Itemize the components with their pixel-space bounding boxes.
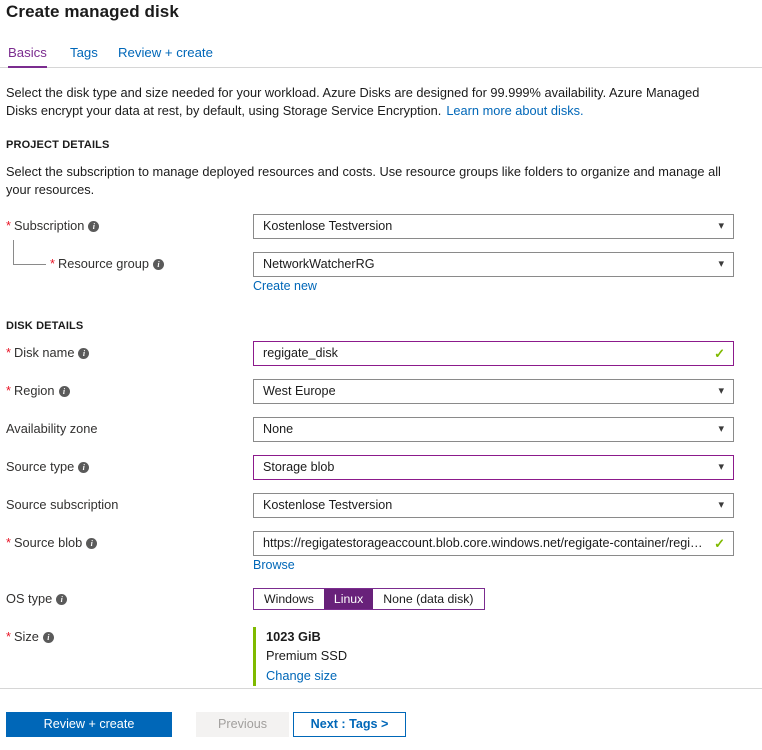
resource-group-tree-connector [13, 240, 46, 265]
availability-zone-value: None [263, 422, 294, 436]
os-type-segmented-control: Windows Linux None (data disk) [253, 588, 485, 610]
tab-bar: Basics Tags Review + create [0, 42, 762, 68]
region-select[interactable]: West Europe ▾ [253, 379, 734, 404]
source-blob-value: https://regigatestorageaccount.blob.core… [263, 536, 726, 550]
region-label-text: Region [13, 383, 55, 398]
info-icon[interactable]: i [88, 221, 100, 232]
size-value: 1023 GiB [266, 629, 321, 644]
change-size-link[interactable]: Change size [266, 666, 347, 686]
info-icon[interactable]: i [78, 348, 90, 359]
chevron-down-icon: ▾ [718, 220, 724, 232]
project-details-description: Select the subscription to manage deploy… [6, 164, 721, 197]
size-label-text: Size [13, 629, 39, 644]
tab-tags[interactable]: Tags [70, 42, 98, 68]
required-asterisk: * [6, 535, 11, 550]
source-subscription-value: Kostenlose Testversion [263, 498, 393, 512]
source-type-label-text: Source type [6, 459, 75, 474]
footer-divider [0, 688, 762, 689]
disk-name-label-text: Disk name [13, 345, 75, 360]
next-tags-button[interactable]: Next : Tags > [293, 712, 406, 737]
source-type-select[interactable]: Storage blob ▾ [253, 455, 734, 480]
info-icon[interactable]: i [78, 462, 90, 473]
chevron-down-icon: ▾ [718, 385, 724, 397]
source-type-label: Source type i [6, 459, 90, 474]
resource-group-value: NetworkWatcherRG [263, 257, 375, 271]
info-icon[interactable]: i [153, 259, 165, 270]
disk-name-value: regigate_disk [263, 346, 338, 360]
required-asterisk: * [50, 256, 55, 271]
resource-group-label: * Resource group i [50, 256, 165, 271]
source-type-value: Storage blob [263, 460, 335, 474]
disk-details-heading: DISK DETAILS [6, 320, 84, 332]
page-description: Select the disk type and size needed for… [6, 84, 734, 120]
availability-zone-label: Availability zone [6, 421, 98, 436]
create-managed-disk-page: Create managed disk Basics Tags Review +… [0, 0, 762, 750]
valid-check-icon: ✓ [714, 346, 725, 361]
browse-blob-link[interactable]: Browse [253, 558, 295, 572]
source-subscription-label: Source subscription [6, 497, 118, 512]
previous-button: Previous [196, 712, 289, 737]
project-details-heading: PROJECT DETAILS [6, 139, 110, 151]
source-blob-label-text: Source blob [13, 535, 83, 550]
required-asterisk: * [6, 345, 11, 360]
page-description-text: Select the disk type and size needed for… [6, 85, 700, 118]
learn-more-about-disks-link[interactable]: Learn more about disks. [446, 103, 583, 118]
region-value: West Europe [263, 384, 336, 398]
info-icon[interactable]: i [56, 594, 68, 605]
source-subscription-label-text: Source subscription [6, 497, 119, 512]
subscription-label: * Subscription i [6, 218, 100, 233]
required-asterisk: * [6, 629, 11, 644]
disk-name-label: * Disk name i [6, 345, 90, 360]
availability-zone-select[interactable]: None ▾ [253, 417, 734, 442]
chevron-down-icon: ▾ [718, 499, 724, 511]
tab-review-create[interactable]: Review + create [118, 42, 213, 68]
size-tier: Premium SSD [266, 648, 348, 663]
chevron-down-icon: ▾ [718, 423, 724, 435]
info-icon[interactable]: i [86, 538, 98, 549]
resource-group-select[interactable]: NetworkWatcherRG ▾ [253, 252, 734, 277]
os-type-label: OS type i [6, 591, 68, 606]
source-subscription-select[interactable]: Kostenlose Testversion ▾ [253, 493, 734, 518]
size-summary: 1023 GiB Premium SSD Change size [253, 627, 347, 686]
page-title: Create managed disk [6, 2, 179, 21]
os-type-option-linux[interactable]: Linux [323, 589, 374, 609]
required-asterisk: * [6, 383, 11, 398]
os-type-option-windows[interactable]: Windows [254, 589, 324, 609]
required-asterisk: * [6, 218, 11, 233]
subscription-label-text: Subscription [13, 218, 85, 233]
disk-name-input[interactable]: regigate_disk ✓ [253, 341, 734, 366]
size-label: * Size i [6, 629, 54, 644]
tab-basics[interactable]: Basics [8, 42, 47, 68]
source-blob-input[interactable]: https://regigatestorageaccount.blob.core… [253, 531, 734, 556]
info-icon[interactable]: i [42, 632, 54, 643]
source-blob-label: * Source blob i [6, 535, 98, 550]
subscription-value: Kostenlose Testversion [263, 219, 393, 233]
resource-group-label-text: Resource group [57, 256, 150, 271]
availability-zone-label-text: Availability zone [6, 421, 98, 436]
create-new-resource-group-link[interactable]: Create new [253, 279, 317, 293]
info-icon[interactable]: i [58, 386, 70, 397]
subscription-select[interactable]: Kostenlose Testversion ▾ [253, 214, 734, 239]
chevron-down-icon: ▾ [718, 461, 724, 473]
review-create-button[interactable]: Review + create [6, 712, 172, 737]
os-type-label-text: OS type [6, 591, 53, 606]
os-type-option-none[interactable]: None (data disk) [373, 589, 484, 609]
chevron-down-icon: ▾ [718, 258, 724, 270]
region-label: * Region i [6, 383, 70, 398]
